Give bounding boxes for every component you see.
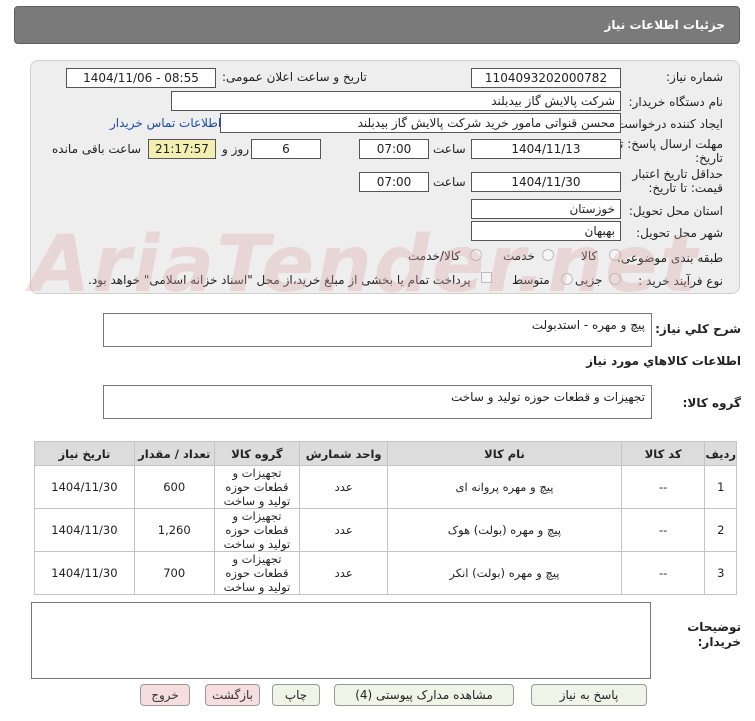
print-button[interactable]: چاپ bbox=[272, 684, 320, 706]
validity-time-field: 07:00 bbox=[359, 172, 429, 192]
creator-label: ایجاد کننده درخواست: bbox=[612, 117, 723, 131]
items-table-wrapper: ردیف کد کالا نام کالا واحد شمارش گروه کا… bbox=[34, 441, 737, 595]
buyer-notes-label: توضیحات bbox=[687, 620, 741, 634]
col-header-date: تاریخ نیاز bbox=[34, 441, 135, 466]
items-table: ردیف کد کالا نام کالا واحد شمارش گروه کا… bbox=[34, 441, 737, 595]
row-index: 2 bbox=[704, 508, 737, 552]
row-index: 1 bbox=[704, 465, 737, 509]
deadline-label-2: تاریخ: bbox=[695, 151, 723, 165]
reply-button[interactable]: پاسخ به نیاز bbox=[531, 684, 647, 706]
row-date: 1404/11/30 bbox=[34, 551, 135, 595]
days-label: روز و bbox=[222, 142, 249, 156]
need-number-field: 1104093202000782 bbox=[471, 68, 621, 88]
announce-field: 1404/11/06 - 08:55 bbox=[66, 68, 216, 88]
buyer-org-label: نام دستگاه خریدار: bbox=[628, 95, 724, 109]
row-unit: عدد bbox=[299, 465, 389, 509]
row-group: تجهیزات و قطعات حوزه تولید و ساخت bbox=[213, 551, 301, 595]
deadline-label: مهلت ارسال پاسخ: تا bbox=[616, 137, 723, 151]
validity-label: حداقل تاریخ اعتبار bbox=[632, 167, 723, 181]
col-header-qty: تعداد / مقدار bbox=[133, 441, 215, 466]
table-row: 2 -- پیچ و مهره (بولت) هوک عدد تجهیزات و… bbox=[34, 508, 737, 552]
row-date: 1404/11/30 bbox=[34, 508, 135, 552]
announce-label: تاریخ و ساعت اعلان عمومی: bbox=[222, 70, 367, 84]
exit-button[interactable]: خروج bbox=[140, 684, 190, 706]
row-group: تجهیزات و قطعات حوزه تولید و ساخت bbox=[213, 508, 301, 552]
goods-group-text: تجهیزات و قطعات حوزه تولید و ساخت bbox=[450, 390, 645, 404]
creator-field: محسن قنواتی مامور خرید شرکت پالایش گاز ب… bbox=[220, 113, 621, 133]
deadline-date-field: 1404/11/13 bbox=[471, 139, 621, 159]
col-header-code: کد کالا bbox=[620, 441, 706, 466]
row-name: پیچ و مهره (بولت) انکر bbox=[387, 551, 622, 595]
row-unit: عدد bbox=[299, 551, 389, 595]
row-index: 3 bbox=[704, 551, 737, 595]
buyer-notes-box[interactable] bbox=[31, 602, 651, 679]
table-row: 3 -- پیچ و مهره (بولت) انکر عدد تجهیزات … bbox=[34, 551, 737, 595]
row-group: تجهیزات و قطعات حوزه تولید و ساخت bbox=[213, 465, 301, 509]
row-date: 1404/11/30 bbox=[34, 465, 135, 509]
remaining-time-field: 21:17:57 bbox=[148, 139, 216, 159]
validity-time-label: ساعت bbox=[433, 175, 466, 189]
deadline-time-label: ساعت bbox=[433, 142, 466, 156]
contact-info-link[interactable]: اطلاعات تماس خریدار bbox=[110, 116, 221, 130]
col-header-name: نام کالا bbox=[387, 441, 622, 466]
row-code: -- bbox=[620, 465, 706, 509]
validity-date-field: 1404/11/30 bbox=[471, 172, 621, 192]
need-number-label: شماره نیاز: bbox=[666, 70, 723, 84]
row-qty: 1,260 bbox=[133, 508, 215, 552]
description-text: پیچ و مهره - استدبولت bbox=[531, 318, 645, 332]
col-header-unit: واحد شمارش bbox=[299, 441, 389, 466]
back-button[interactable]: بازگشت bbox=[205, 684, 260, 706]
province-field: خوزستان bbox=[471, 199, 621, 219]
province-label: استان محل تحویل: bbox=[628, 204, 723, 218]
table-row: 1 -- پیچ و مهره پروانه ای عدد تجهیزات و … bbox=[34, 465, 737, 509]
row-code: -- bbox=[620, 551, 706, 595]
goods-info-title: اطلاعات کالاهاي مورد نياز bbox=[586, 354, 741, 368]
watermark: AriaTender.net bbox=[30, 220, 700, 310]
row-name: پیچ و مهره (بولت) هوک bbox=[387, 508, 622, 552]
remaining-label: ساعت باقی مانده bbox=[52, 142, 142, 156]
row-code: -- bbox=[620, 508, 706, 552]
row-qty: 600 bbox=[133, 465, 215, 509]
col-header-group: گروه کالا bbox=[213, 441, 301, 466]
validity-label-2: قیمت: تا تاریخ: bbox=[648, 181, 723, 195]
row-name: پیچ و مهره پروانه ای bbox=[387, 465, 622, 509]
page-header: جزئیات اطلاعات نیاز bbox=[14, 6, 740, 44]
attachments-button[interactable]: مشاهده مدارک پیوستی (4) bbox=[334, 684, 514, 706]
col-header-index: ردیف bbox=[704, 441, 737, 466]
buyer-org-field: شرکت پالایش گاز بیدبلند bbox=[171, 91, 621, 111]
row-unit: عدد bbox=[299, 508, 389, 552]
buyer-notes-label-2: خریدار: bbox=[697, 635, 741, 649]
goods-group-label: گروه کالا: bbox=[682, 396, 741, 410]
description-box: پیچ و مهره - استدبولت bbox=[103, 313, 652, 347]
row-qty: 700 bbox=[133, 551, 215, 595]
goods-group-box: تجهیزات و قطعات حوزه تولید و ساخت bbox=[103, 385, 652, 419]
deadline-time-field: 07:00 bbox=[359, 139, 429, 159]
description-label: شرح کلي نياز: bbox=[655, 322, 741, 336]
page-title: جزئیات اطلاعات نیاز bbox=[604, 18, 725, 32]
days-field: 6 bbox=[251, 139, 321, 159]
